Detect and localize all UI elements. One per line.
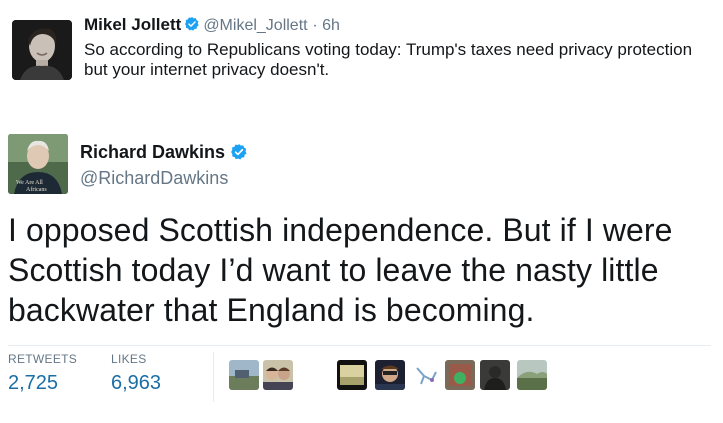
liker-avatar-5[interactable] xyxy=(412,360,442,390)
likes-count[interactable]: 6,963 xyxy=(111,372,161,395)
quoted-tweet-text: So according to Republicans voting today… xyxy=(84,40,693,79)
quoted-tweet[interactable]: Mikel Jollett @Mikel_Jollett · 6h So acco… xyxy=(12,14,712,94)
likes-label: LIKES xyxy=(111,352,147,366)
verified-badge-icon xyxy=(185,17,199,31)
retweets-count[interactable]: 2,725 xyxy=(8,372,77,395)
mikel-jollett-avatar[interactable] xyxy=(12,20,72,80)
retweets-label: RETWEETS xyxy=(8,352,78,366)
liker-avatar-1[interactable] xyxy=(229,360,259,390)
quoted-author-name[interactable]: Mikel Jollett xyxy=(84,15,181,34)
tweet-author-name[interactable]: Richard Dawkins xyxy=(80,142,251,163)
tweet-author: We Are All Africans Richard Dawkins @Ric… xyxy=(8,134,608,196)
stats-divider xyxy=(8,345,711,346)
liker-avatar-7[interactable] xyxy=(480,360,510,390)
quoted-tweet-time[interactable]: · 6h xyxy=(312,17,340,34)
liker-avatar-3[interactable] xyxy=(337,360,367,390)
tweet-text: I opposed Scottish independence. But if … xyxy=(8,212,673,328)
tweet-author-handle[interactable]: @RichardDawkins xyxy=(80,168,228,189)
liker-avatar-2[interactable] xyxy=(263,360,293,390)
likes-stat[interactable]: LIKES 6,963 xyxy=(111,352,161,395)
richard-dawkins-avatar[interactable]: We Are All Africans xyxy=(8,134,68,194)
svg-text:Africans: Africans xyxy=(26,186,47,193)
tweet-author-name-text[interactable]: Richard Dawkins xyxy=(80,142,225,162)
liker-avatar-4[interactable] xyxy=(375,360,405,390)
liker-avatar-8[interactable] xyxy=(517,360,547,390)
retweets-stat[interactable]: RETWEETS 2,725 xyxy=(8,352,77,395)
stats-separator xyxy=(213,352,214,402)
quoted-author-handle[interactable]: @Mikel_Jollett xyxy=(203,17,307,34)
verified-badge-icon xyxy=(231,144,247,160)
svg-text:We Are All: We Are All xyxy=(16,180,43,186)
liker-avatar-6[interactable] xyxy=(445,360,475,390)
